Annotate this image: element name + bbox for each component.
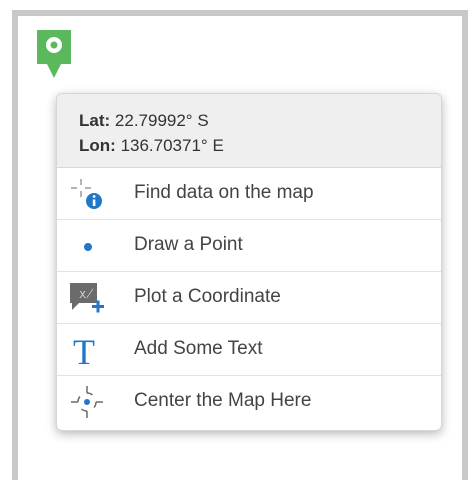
map-marker-icon[interactable]: [37, 30, 71, 80]
longitude-value: 136.70371° E: [120, 136, 224, 155]
context-menu-popup: Lat: 22.79992° S Lon: 136.70371° E Find …: [56, 93, 442, 431]
crosshair-icon: [71, 386, 103, 418]
menu-item-label: Plot a Coordinate: [134, 286, 281, 307]
text-icon: T: [73, 332, 95, 369]
longitude-label: Lon:: [79, 136, 116, 155]
plot-coordinate-icon: x̸: [70, 283, 104, 313]
point-icon: [84, 243, 92, 251]
latitude-label: Lat:: [79, 111, 111, 130]
menu-item-center-map[interactable]: Center the Map Here: [57, 376, 441, 428]
menu-item-draw-point[interactable]: Draw a Point: [57, 220, 441, 272]
menu-item-label: Draw a Point: [134, 234, 243, 255]
svg-text:T: T: [73, 332, 95, 369]
latitude-row: Lat: 22.79992° S: [79, 108, 441, 133]
svg-text:x̸: x̸: [79, 287, 94, 301]
latitude-value: 22.79992° S: [114, 111, 209, 130]
menu-item-label: Center the Map Here: [134, 390, 312, 411]
menu-item-label: Find data on the map: [134, 182, 314, 203]
menu-item-add-text[interactable]: T Add Some Text: [57, 324, 441, 376]
find-data-icon: [71, 179, 102, 209]
longitude-row: Lon: 136.70371° E: [79, 133, 441, 158]
coordinate-readout: Lat: 22.79992° S Lon: 136.70371° E: [57, 94, 441, 168]
menu-item-plot-coordinate[interactable]: x̸ Plot a Coordinate: [57, 272, 441, 324]
menu-item-find-data[interactable]: Find data on the map: [57, 168, 441, 220]
menu-item-label: Add Some Text: [134, 338, 263, 359]
